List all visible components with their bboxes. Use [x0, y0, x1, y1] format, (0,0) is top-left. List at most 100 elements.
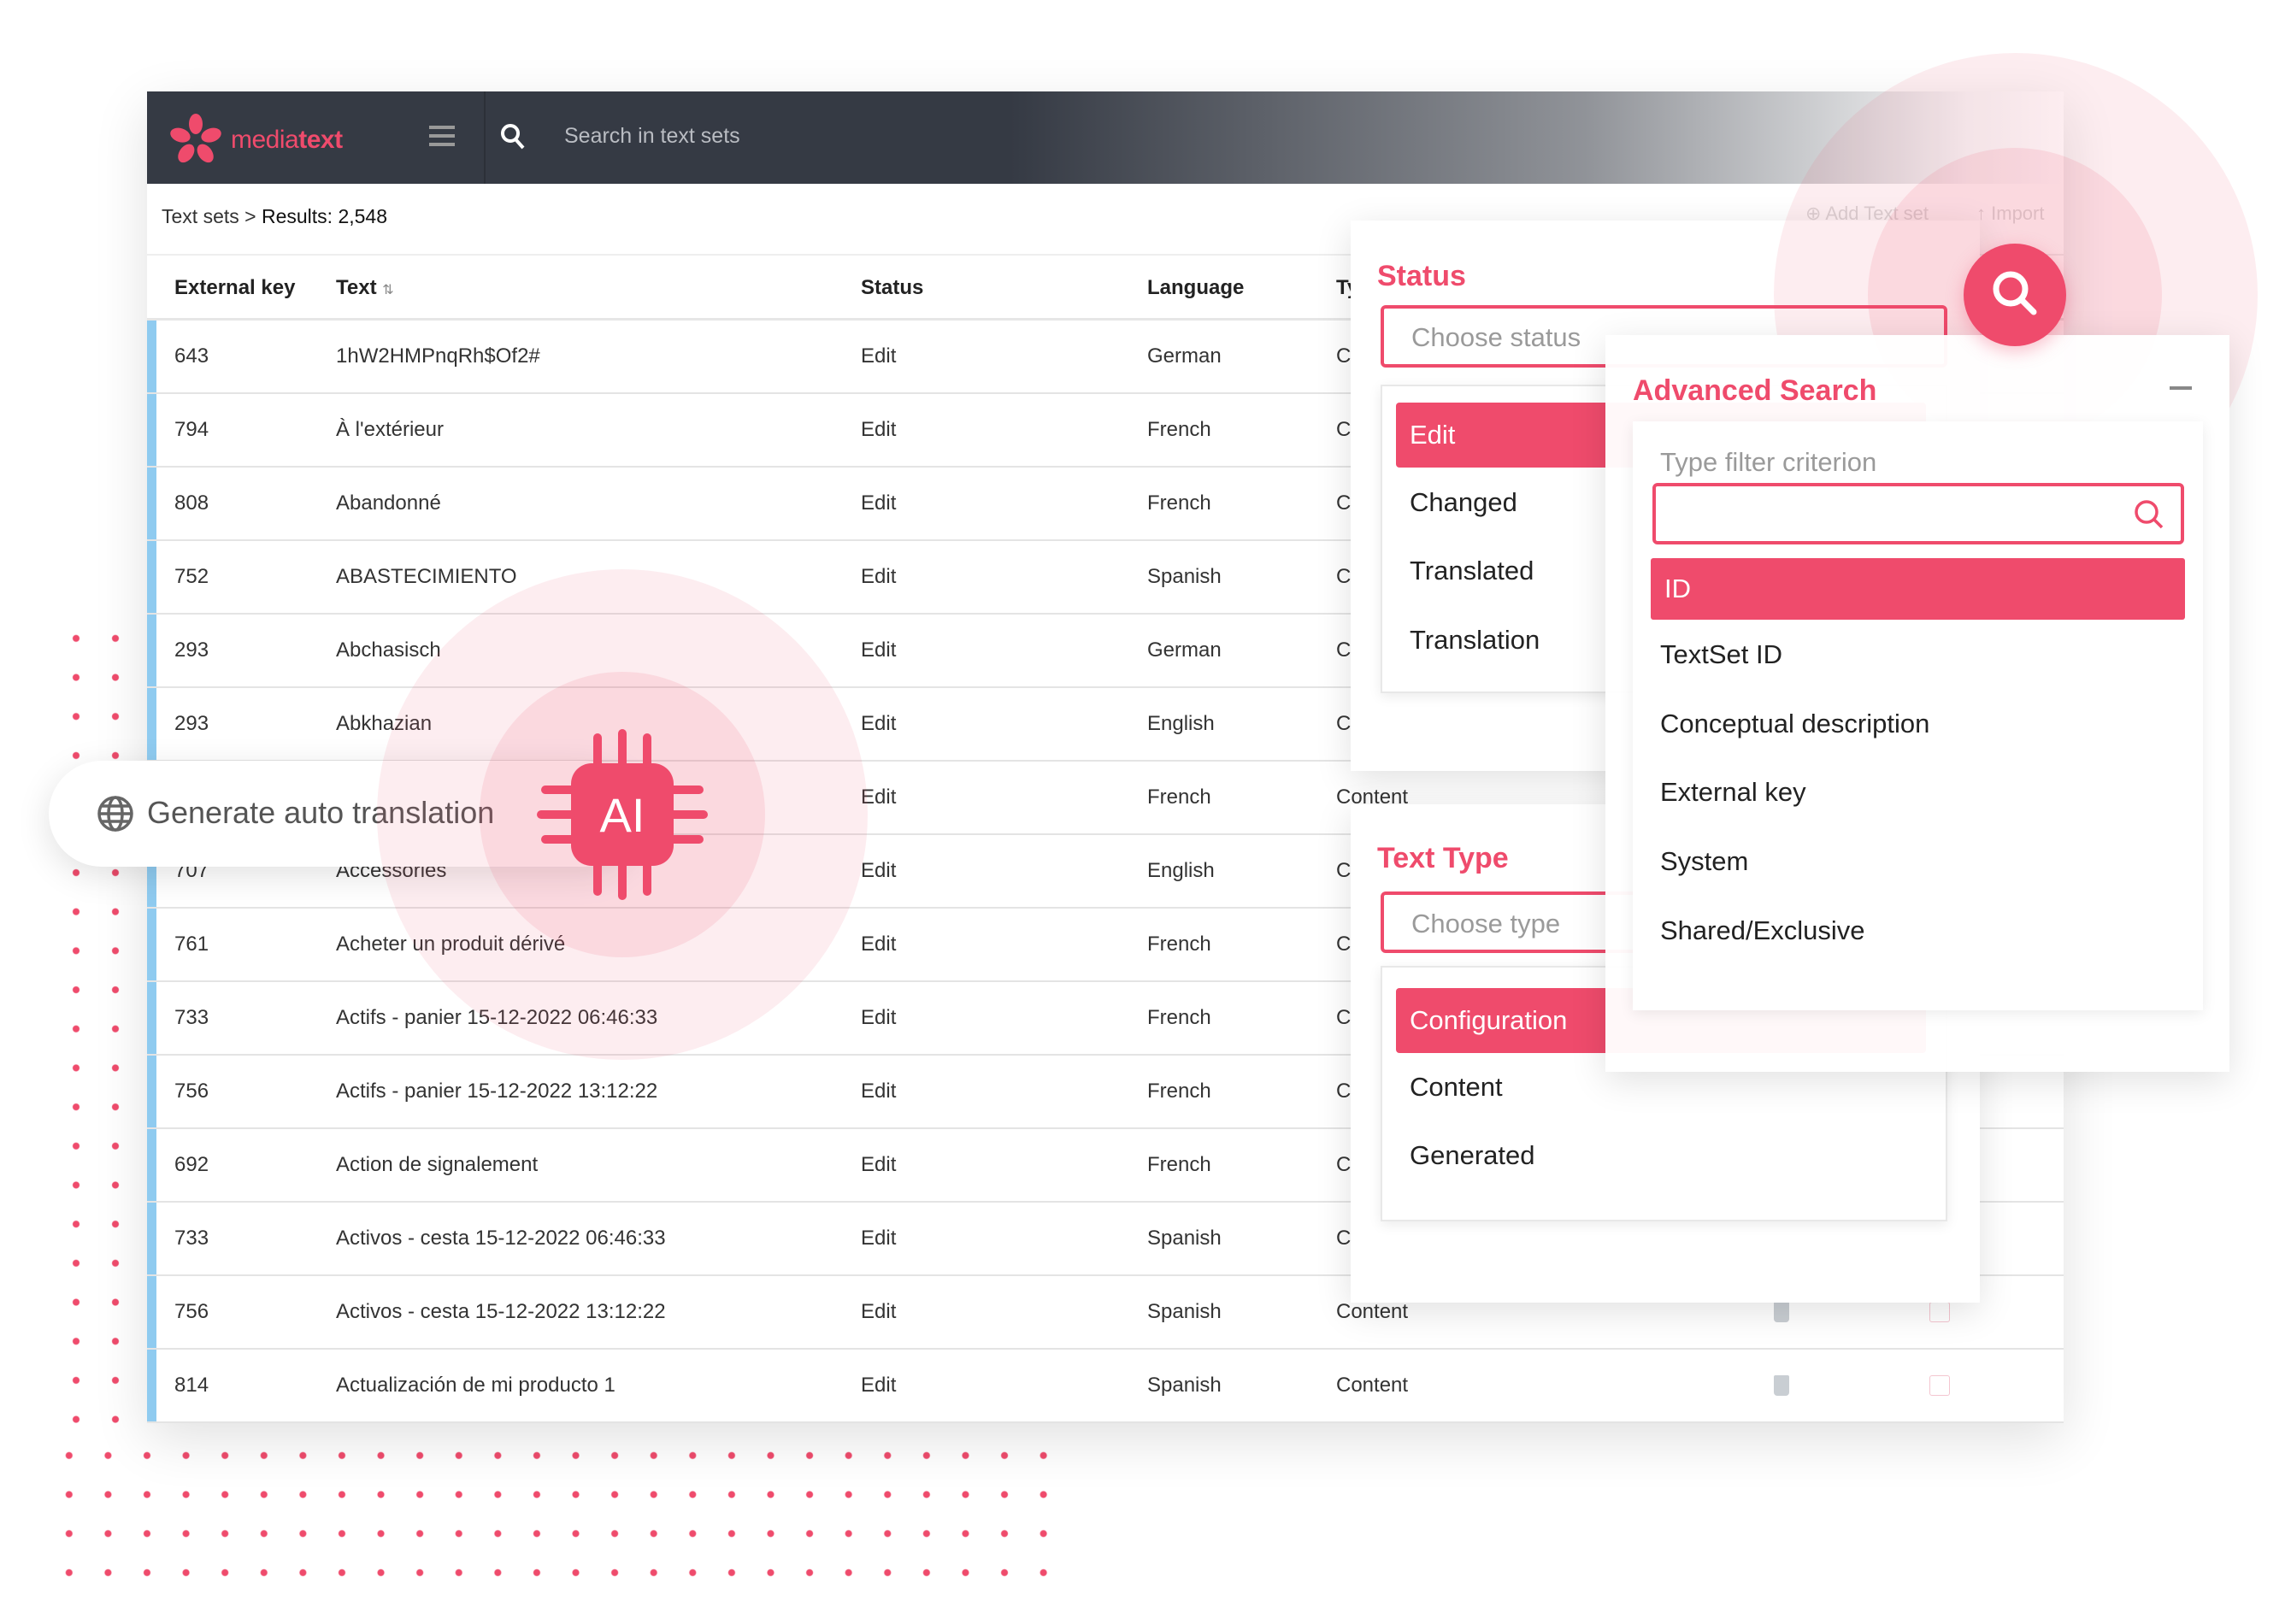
ai-chip-label: AI [600, 788, 645, 842]
column-external-key[interactable]: External key [174, 276, 295, 300]
divider [484, 91, 486, 184]
external-key-cell: 692 [174, 1153, 209, 1176]
language-cell: German [1147, 344, 1222, 368]
external-key-cell: 814 [174, 1374, 209, 1397]
advanced-search-button[interactable] [1964, 244, 2066, 346]
row-marker [147, 982, 156, 1054]
criterion-search-input[interactable] [1652, 483, 2184, 544]
text-cell: Abchasisch [336, 638, 441, 662]
top-bar: mediatext Search in text sets [147, 91, 2064, 184]
status-cell: Edit [861, 638, 897, 662]
row-marker [147, 1350, 156, 1421]
status-cell: Edit [861, 1153, 897, 1176]
search-icon[interactable] [2133, 498, 2165, 531]
language-cell: French [1147, 786, 1211, 809]
language-cell: French [1147, 491, 1211, 515]
status-title: Status [1377, 260, 1466, 292]
breadcrumb-root[interactable]: Text sets [162, 205, 239, 227]
external-key-cell: 752 [174, 565, 209, 588]
external-key-cell: 733 [174, 1227, 209, 1250]
search-icon [1993, 271, 2037, 315]
search-icon[interactable] [499, 122, 527, 151]
language-cell: Spanish [1147, 1374, 1222, 1397]
column-status[interactable]: Status [861, 276, 923, 300]
language-cell: Spanish [1147, 565, 1222, 588]
status-option-changed[interactable]: Changed [1410, 487, 1517, 518]
text-cell: ABASTECIMIENTO [336, 565, 517, 588]
advanced-search-panel: Advanced Search Type filter criterion ID… [1605, 335, 2229, 1072]
trash-icon[interactable] [1774, 1302, 1789, 1322]
row-checkbox[interactable] [1929, 1302, 1950, 1322]
row-marker [147, 615, 156, 686]
row-marker [147, 1203, 156, 1274]
row-marker [147, 909, 156, 980]
external-key-cell: 756 [174, 1300, 209, 1323]
external-key-cell: 756 [174, 1080, 209, 1103]
status-cell: Edit [861, 1227, 897, 1250]
language-cell: English [1147, 712, 1215, 735]
status-option-translation[interactable]: Translation [1410, 625, 1540, 656]
text-cell: Actualización de mi producto 1 [336, 1374, 615, 1397]
globe-icon [97, 796, 133, 832]
language-cell: English [1147, 859, 1215, 882]
table-row[interactable]: 814 Actualización de mi producto 1 Edit Spa… [147, 1350, 2064, 1423]
status-cell: Edit [861, 933, 897, 956]
row-marker [147, 1129, 156, 1201]
row-marker [147, 1056, 156, 1127]
row-marker [147, 688, 156, 760]
status-cell: Edit [861, 712, 897, 735]
trash-icon[interactable] [1774, 1375, 1789, 1396]
decorative-dots [50, 1436, 1063, 1593]
row-marker [147, 468, 156, 539]
collapse-minus-icon[interactable] [2170, 386, 2192, 390]
status-cell: Edit [861, 418, 897, 441]
external-key-cell: 794 [174, 418, 209, 441]
criterion-option-system[interactable]: System [1660, 846, 1748, 877]
logo[interactable]: mediatext [168, 114, 343, 167]
criterion-option-conceptual-description[interactable]: Conceptual description [1660, 709, 1929, 739]
row-marker [147, 541, 156, 613]
text-cell: À l'extérieur [336, 418, 444, 441]
criterion-option-textset-id[interactable]: TextSet ID [1660, 639, 1782, 670]
status-cell: Edit [861, 565, 897, 588]
text-cell: Activos - cesta 15-12-2022 13:12:22 [336, 1300, 666, 1323]
language-cell: French [1147, 1080, 1211, 1103]
external-key-cell: 808 [174, 491, 209, 515]
results-count: Results: 2,548 [261, 205, 388, 227]
row-marker [147, 394, 156, 466]
row-marker [147, 321, 156, 392]
type-cell: Content [1336, 1374, 1409, 1397]
status-cell: Edit [861, 491, 897, 515]
type-cell: Content [1336, 1300, 1409, 1323]
criterion-option-shared-exclusive[interactable]: Shared/Exclusive [1660, 915, 1865, 946]
status-cell: Edit [861, 344, 897, 368]
ai-chip-icon: AI [537, 729, 708, 900]
status-cell: Edit [861, 1300, 897, 1323]
external-key-cell: 733 [174, 1006, 209, 1029]
language-cell: French [1147, 1153, 1211, 1176]
column-text[interactable]: Text ⇅ [336, 276, 394, 300]
criterion-label: Type filter criterion [1660, 447, 1877, 477]
status-cell: Edit [861, 1080, 897, 1103]
decorative-dots [56, 619, 125, 1431]
language-cell: French [1147, 1006, 1211, 1029]
criterion-card: Type filter criterion ID TextSet ID Conc… [1633, 421, 2203, 1010]
global-search-input[interactable]: Search in text sets [564, 124, 740, 149]
external-key-cell: 643 [174, 344, 209, 368]
hamburger-menu-icon[interactable] [429, 126, 455, 146]
type-option-generated[interactable]: Generated [1410, 1140, 1535, 1171]
status-option-translated[interactable]: Translated [1410, 556, 1534, 586]
type-option-content[interactable]: Content [1410, 1072, 1503, 1103]
sort-icon[interactable]: ⇅ [382, 283, 393, 297]
external-key-cell: 761 [174, 933, 209, 956]
row-checkbox[interactable] [1929, 1375, 1950, 1396]
language-cell: German [1147, 638, 1222, 662]
column-language[interactable]: Language [1147, 276, 1244, 300]
breadcrumb: Text sets > Results: 2,548 [162, 205, 387, 228]
advanced-search-title: Advanced Search [1633, 374, 1877, 407]
breadcrumb-separator: > [244, 205, 256, 227]
status-cell: Edit [861, 1374, 897, 1397]
status-cell: Edit [861, 1006, 897, 1029]
criterion-option-id[interactable]: ID [1651, 558, 2185, 620]
criterion-option-external-key[interactable]: External key [1660, 777, 1806, 808]
